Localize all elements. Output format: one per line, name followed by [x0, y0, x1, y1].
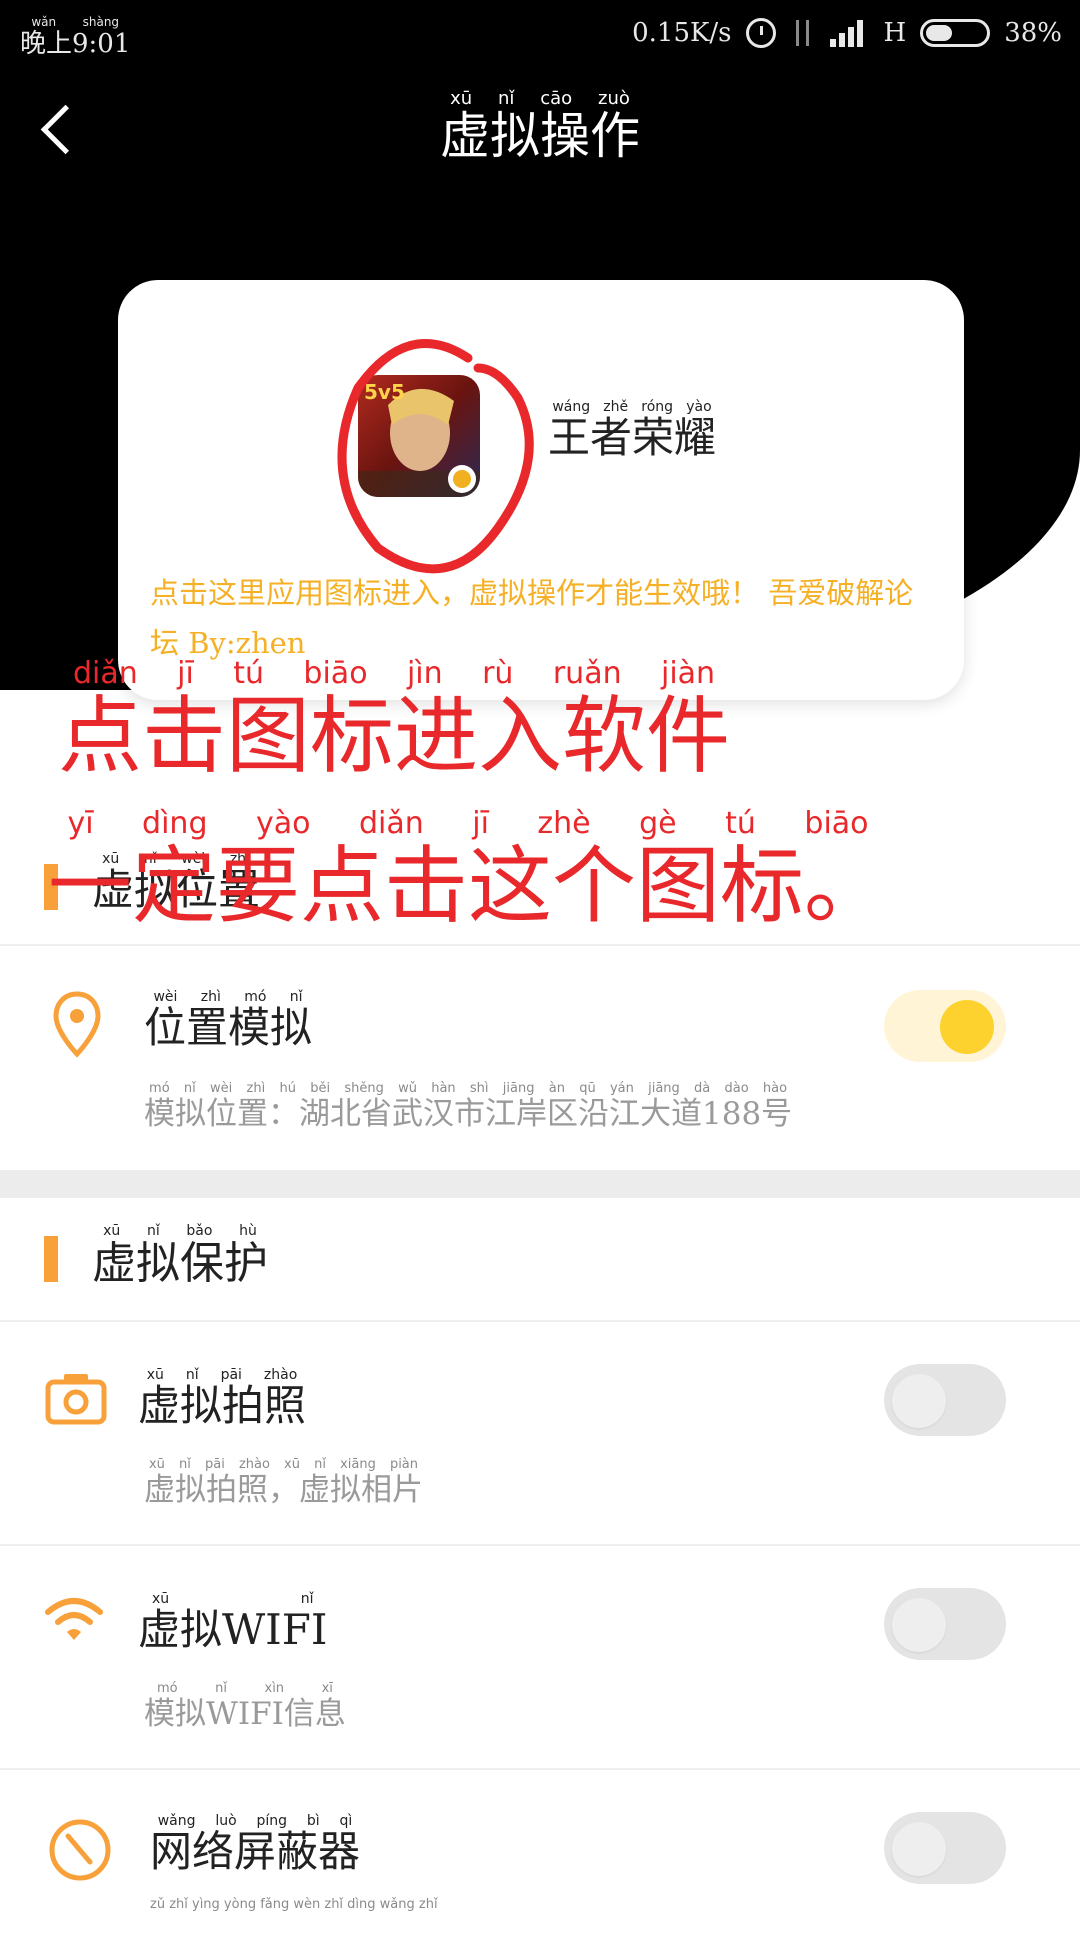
item-title-blocker: 网络屏蔽器wǎng luò píng bì qì [150, 1813, 361, 1876]
camera-icon [45, 1374, 107, 1425]
divider [0, 1544, 1080, 1546]
app-name: 王者荣耀wáng zhě róng yào [548, 399, 717, 462]
item-sub-camera: 虚拟拍照，虚拟相片xū nǐ pāi zhào xū nǐ xiāng piàn [144, 1457, 423, 1508]
item-sub-blocker: zǔ zhǐ yìng yòng fǎng wèn zhǐ dìng wǎng … [150, 1897, 438, 1912]
annotation-line-2: 一定要点击这个图标。yī dìng yào diǎn jī zhè gè tú … [48, 806, 889, 935]
item-title-camera: 虚拟拍照xū nǐ pāi zhào [138, 1367, 307, 1430]
blocker-toggle[interactable] [884, 1812, 1006, 1884]
section-gap [0, 1170, 1080, 1198]
network-speed: 0.15K/s [632, 18, 732, 48]
signal-icon [829, 19, 870, 47]
section-marker [44, 1236, 58, 1282]
data-transfer-icon [790, 18, 816, 48]
page-title: 虚拟操作xū nǐ cāo zuò [440, 88, 640, 165]
battery-percent: 38% [1004, 18, 1062, 48]
location-pin-icon [53, 991, 101, 1058]
item-title-location: 位置模拟wèi zhì mó nǐ [144, 989, 313, 1052]
wifi-icon [45, 1598, 103, 1640]
network-type: H [883, 18, 907, 48]
block-icon [49, 1819, 111, 1881]
location-toggle[interactable] [884, 990, 1006, 1062]
item-sub-location: 模拟位置：湖北省武汉市江岸区沿江大道188号mó nǐ wèi zhì hú b… [144, 1081, 793, 1132]
status-bar: 晚上9:01wǎn shàng 0.15K/s H 38% [0, 0, 1080, 70]
wifi-toggle[interactable] [884, 1588, 1006, 1660]
divider [0, 1320, 1080, 1322]
battery-icon [920, 19, 991, 47]
divider [0, 944, 1080, 946]
item-sub-wifi: 模拟WIFI信息mó nǐ xìn xī [144, 1681, 346, 1732]
alarm-icon [745, 18, 776, 48]
annotation-line-1: 点击图标进入软件diǎn jī tú biāo jìn rù ruǎn jiàn [58, 656, 731, 785]
divider [0, 1768, 1080, 1770]
status-time: 晚上9:01wǎn shàng [20, 15, 131, 59]
item-title-wifi: 虚拟WIFIxū nǐ [138, 1591, 328, 1654]
section-title-protect: 虚拟保护xū nǐ bǎo hù [92, 1223, 268, 1289]
camera-toggle[interactable] [884, 1364, 1006, 1436]
red-circle-annotation [337, 339, 534, 574]
status-icons: 0.15K/s H 38% [632, 18, 1062, 48]
